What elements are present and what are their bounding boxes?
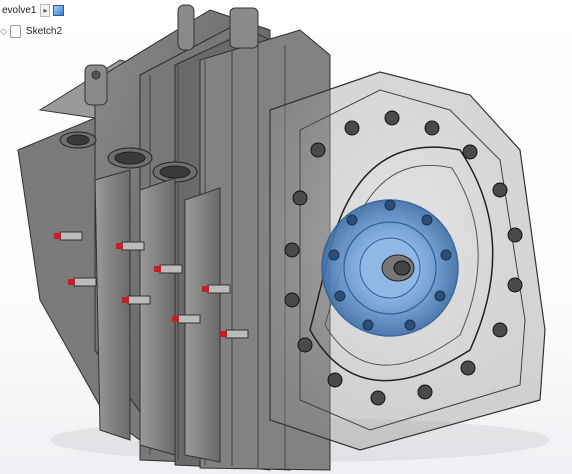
checkbox-icon — [9, 24, 21, 38]
feature-label: Sketch2 — [25, 25, 63, 37]
sketch-icon: ◇ — [0, 25, 7, 36]
revolve-feature-icon — [53, 4, 65, 16]
feature-label: evolve1 — [2, 4, 37, 16]
feature-tree-item-revolve[interactable]: evolve1 ▸ — [0, 2, 65, 18]
feature-tree-item-sketch[interactable]: ◇ Sketch2 — [0, 23, 64, 39]
side-plates — [94, 169, 221, 463]
graphics-viewport[interactable]: evolve1 ▸ ◇ Sketch2 — [0, 0, 572, 474]
selected-eccentric-hub[interactable] — [321, 199, 459, 337]
rotary-engine-model[interactable] — [0, 0, 572, 474]
chevron-right-icon[interactable]: ▸ — [40, 3, 51, 17]
